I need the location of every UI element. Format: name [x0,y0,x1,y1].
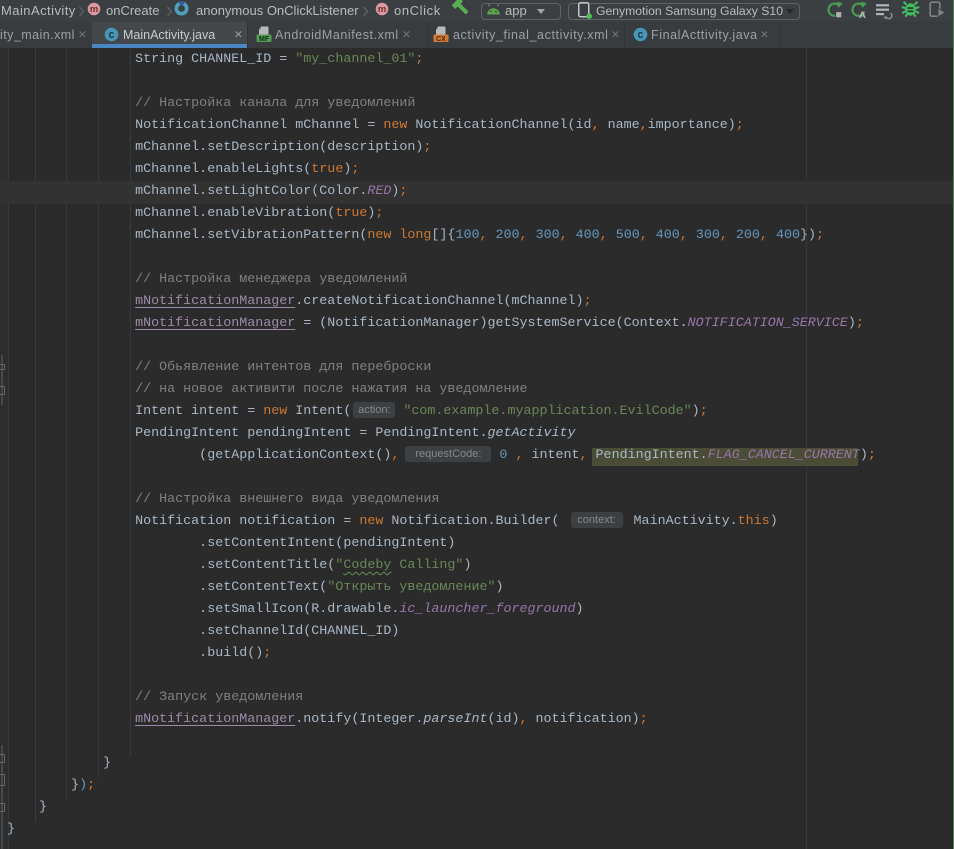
svg-text:CX: CX [436,36,446,43]
svg-text:MF: MF [259,36,270,43]
svg-text:m: m [90,4,98,15]
svg-text:C: C [109,30,115,41]
svg-text:C: C [638,30,644,41]
svg-text:m: m [378,4,386,15]
svg-text:A: A [859,10,866,20]
